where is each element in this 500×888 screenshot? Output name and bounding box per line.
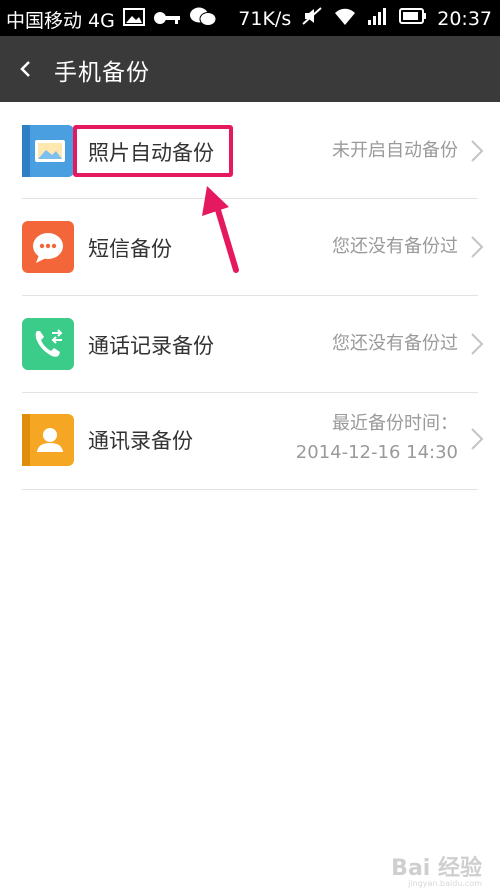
row-status-line1: 最近备份时间： bbox=[332, 413, 458, 434]
row-status: 您还没有备份过 bbox=[332, 333, 458, 354]
status-bar: 中国移动 4G 71K/s 20:37 bbox=[0, 0, 500, 36]
image-notification-icon bbox=[122, 8, 145, 31]
wechat-icon bbox=[189, 6, 217, 33]
list-item-photo-backup[interactable]: 照片自动备份 未开启自动备份 bbox=[0, 102, 500, 199]
key-icon bbox=[153, 9, 181, 31]
row-status: 最近备份时间： 2014-12-16 14:30 bbox=[296, 409, 458, 467]
row-status: 未开启自动备份 bbox=[332, 140, 458, 161]
app-bar: 手机备份 bbox=[0, 36, 500, 102]
net-speed: 71K/s bbox=[238, 7, 292, 30]
wifi-icon bbox=[333, 6, 357, 31]
highlight-annotation-box bbox=[73, 125, 233, 177]
baidu-watermark-url: jingyan.baidu.com bbox=[408, 879, 482, 888]
photo-icon bbox=[22, 125, 74, 177]
chat-bubble-icon bbox=[22, 221, 74, 273]
divider bbox=[22, 489, 478, 490]
chevron-right-icon bbox=[470, 139, 484, 163]
chevron-right-icon bbox=[470, 235, 484, 259]
clock: 20:37 bbox=[437, 7, 492, 30]
row-title: 通讯录备份 bbox=[88, 429, 193, 453]
phone-icon bbox=[22, 318, 74, 370]
row-title: 通话记录备份 bbox=[88, 334, 214, 358]
battery-icon bbox=[399, 7, 427, 30]
signal-icon bbox=[367, 6, 389, 31]
chevron-left-icon bbox=[20, 61, 30, 77]
page-title: 手机备份 bbox=[54, 60, 150, 86]
backup-list: 照片自动备份 未开启自动备份 短信备份 您还没有备份过 通话记录备份 您还没有备… bbox=[0, 102, 500, 490]
mute-icon bbox=[301, 6, 323, 31]
back-button[interactable] bbox=[12, 52, 44, 86]
row-title: 短信备份 bbox=[88, 237, 172, 261]
chevron-right-icon bbox=[470, 332, 484, 356]
list-item-contacts-backup[interactable]: 通讯录备份 最近备份时间： 2014-12-16 14:30 bbox=[0, 393, 500, 490]
baidu-watermark: Bai 经验 bbox=[391, 856, 482, 881]
list-item-call-log-backup[interactable]: 通话记录备份 您还没有备份过 bbox=[0, 296, 500, 393]
chevron-right-icon bbox=[470, 427, 484, 451]
contact-icon bbox=[22, 414, 74, 466]
row-status-line2: 2014-12-16 14:30 bbox=[295, 442, 458, 463]
list-item-sms-backup[interactable]: 短信备份 您还没有备份过 bbox=[0, 199, 500, 296]
carrier-label: 中国移动 4G bbox=[6, 10, 115, 32]
row-status: 您还没有备份过 bbox=[332, 236, 458, 257]
